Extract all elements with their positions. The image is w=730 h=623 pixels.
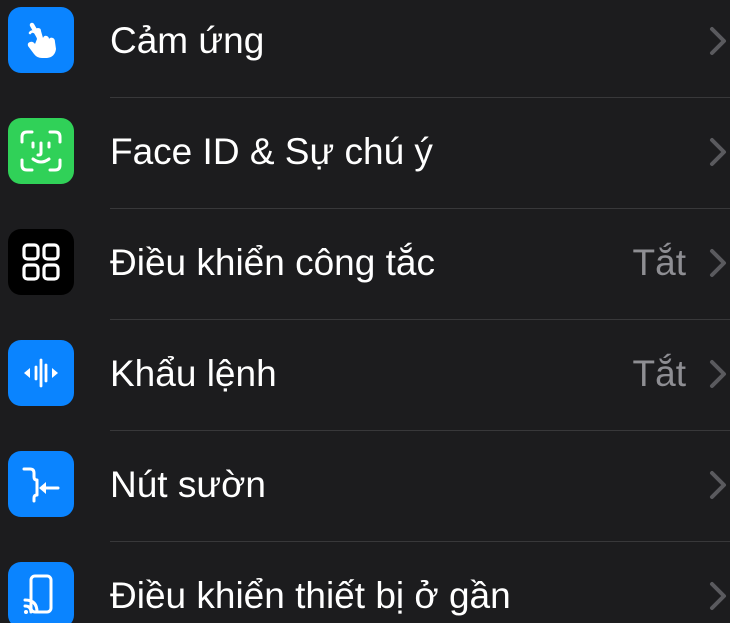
chevron-right-icon [710,360,726,388]
settings-row-side-button[interactable]: Nút sườn [0,431,730,542]
switch-control-grid-icon [8,229,74,295]
settings-row-face-id[interactable]: Face ID & Sự chú ý [0,98,730,209]
chevron-right-icon [710,582,726,610]
side-button-icon [8,451,74,517]
chevron-right-icon [710,27,726,55]
row-value: Tắt [632,242,686,283]
touch-hand-icon [8,7,74,73]
settings-row-nearby-device-control[interactable]: Điều khiển thiết bị ở gần [0,542,730,623]
settings-list: Cảm ứng Face ID & Sự chú ý Điều khiển cô… [0,0,730,623]
row-label: Điều khiển công tắc [110,242,435,283]
row-label: Nút sườn [110,464,266,505]
chevron-right-icon [710,138,726,166]
row-label: Khẩu lệnh [110,353,277,394]
row-value: Tắt [632,353,686,394]
row-label: Face ID & Sự chú ý [110,131,433,172]
face-id-icon [8,118,74,184]
nearby-device-control-icon [8,562,74,623]
chevron-right-icon [710,471,726,499]
voice-control-waveform-icon [8,340,74,406]
settings-row-switch-control[interactable]: Điều khiển công tắc Tắt [0,209,730,320]
settings-row-voice-control[interactable]: Khẩu lệnh Tắt [0,320,730,431]
row-label: Điều khiển thiết bị ở gần [110,575,511,616]
settings-row-touch[interactable]: Cảm ứng [0,0,730,98]
chevron-right-icon [710,249,726,277]
row-label: Cảm ứng [110,20,265,61]
